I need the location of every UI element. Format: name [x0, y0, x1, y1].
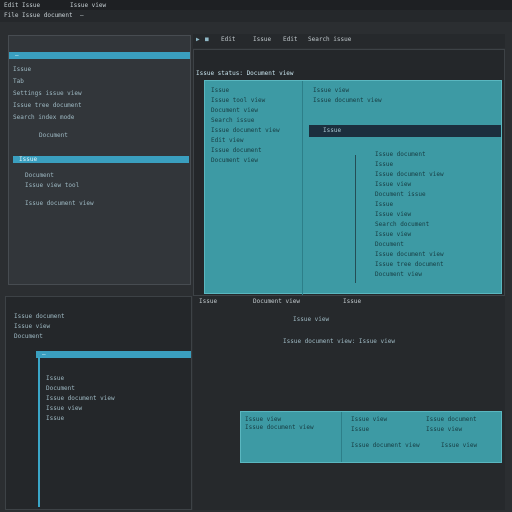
code-line: Edit view: [211, 137, 244, 144]
br-tab[interactable]: Issue: [199, 298, 217, 305]
right-header: Issue view: [313, 87, 350, 94]
explorer-header[interactable]: —: [9, 52, 190, 59]
code-line: Search document: [375, 221, 430, 228]
bl-header[interactable]: —: [36, 351, 191, 358]
dialog-left-line: Issue document view: [245, 424, 314, 431]
code-line: Issue view: [375, 211, 412, 218]
bl-tree[interactable]: Issue: [46, 375, 64, 382]
bl-tree[interactable]: Issue view: [46, 405, 82, 412]
explorer-subitem[interactable]: Issue view tool: [25, 182, 79, 189]
explorer-item[interactable]: Issue tree document: [13, 102, 82, 109]
code-line: Issue view: [375, 181, 412, 188]
bl-tree[interactable]: Issue: [46, 415, 64, 422]
code-line: Issue view: [375, 231, 412, 238]
toolbar-edit-2[interactable]: Edit: [283, 36, 297, 43]
toolbar-issue[interactable]: Issue: [253, 36, 271, 43]
bl-tree[interactable]: Document: [46, 385, 75, 392]
bl-line[interactable]: Issue view: [14, 323, 50, 330]
code-line: Search issue: [211, 117, 255, 124]
code-line: Issue document view: [375, 251, 444, 258]
dialog-col2: Issue view: [441, 442, 478, 449]
bl-line[interactable]: Issue document: [14, 313, 65, 320]
code-line: Issue document: [375, 151, 426, 158]
title-bar: Edit Issue Issue view: [0, 0, 512, 10]
bottom-right-panel: Issue Document view Issue Issue view Iss…: [193, 296, 505, 510]
explorer-panel: — Issue Tab Settings issue view Issue tr…: [8, 35, 191, 285]
code-line: Issue document: [211, 147, 262, 154]
dialog-left-header: Issue view: [245, 416, 282, 423]
run-icon[interactable]: ▶: [196, 36, 200, 43]
br-title: Issue view: [293, 316, 330, 323]
code-line: Issue document view: [211, 127, 280, 134]
code-line: Issue document view: [375, 171, 444, 178]
explorer-subitem[interactable]: Issue document view: [25, 200, 94, 207]
code-line: Issue tree document: [375, 261, 444, 268]
toolbar-edit[interactable]: Edit: [221, 36, 235, 43]
br-subtitle: Issue document view: Issue view: [283, 338, 395, 345]
dialog-col1: Issue: [351, 426, 370, 433]
editor-status: Issue status: Document view: [196, 70, 294, 77]
code-line: Issue: [211, 87, 230, 94]
bl-tree[interactable]: Issue document view: [46, 395, 115, 402]
code-line: Document view: [211, 107, 258, 114]
br-tab[interactable]: Issue: [343, 298, 361, 305]
dialog-col1: Issue document view: [351, 442, 420, 449]
toolbar-search[interactable]: Search issue: [308, 36, 351, 43]
split-divider[interactable]: [302, 81, 303, 295]
bl-line[interactable]: Document: [14, 333, 43, 340]
bottom-left-panel: Issue document Issue view Document — Iss…: [5, 296, 192, 510]
menu-right[interactable]: —: [80, 12, 84, 19]
menu-left[interactable]: File Issue document: [4, 12, 73, 19]
explorer-item[interactable]: Document: [39, 132, 68, 139]
code-line: Document view: [375, 271, 422, 278]
dialog-col2: Issue view: [426, 426, 463, 433]
br-tab[interactable]: Document view: [253, 298, 300, 305]
dialog-divider: [341, 412, 342, 462]
code-line: Issue: [375, 161, 394, 168]
code-line: Document: [375, 241, 404, 248]
selected-row[interactable]: Issue: [309, 125, 501, 137]
code-view[interactable]: Issue Issue tool view Document view Sear…: [204, 80, 502, 295]
explorer-subitem[interactable]: Document: [25, 172, 54, 179]
code-line: Issue tool view: [211, 97, 266, 104]
editor-toolbar: ▶ ■ Edit Issue Edit Search issue: [193, 34, 505, 48]
code-line: Issue: [375, 201, 394, 208]
right-line: Issue document view: [313, 97, 382, 104]
explorer-item[interactable]: Search index mode: [13, 114, 74, 121]
dialog-box[interactable]: Issue view Issue document view Issue vie…: [240, 411, 502, 463]
explorer-subheader[interactable]: Issue: [13, 156, 189, 163]
tree-guide: [355, 155, 356, 283]
code-line: Document issue: [375, 191, 426, 198]
dialog-col1: Issue view: [351, 416, 388, 423]
stop-icon[interactable]: ■: [205, 36, 209, 43]
menu-bar: File Issue document —: [0, 10, 512, 22]
dialog-col2: Issue document: [426, 416, 477, 423]
app-subtitle: Issue view: [70, 2, 107, 9]
explorer-item[interactable]: Tab: [13, 78, 24, 85]
app-title: Edit Issue: [4, 2, 41, 9]
code-line: Document view: [211, 157, 258, 164]
bl-scroll-marker[interactable]: [38, 357, 40, 507]
explorer-item[interactable]: Issue: [13, 66, 31, 73]
explorer-item[interactable]: Settings issue view: [13, 90, 82, 97]
